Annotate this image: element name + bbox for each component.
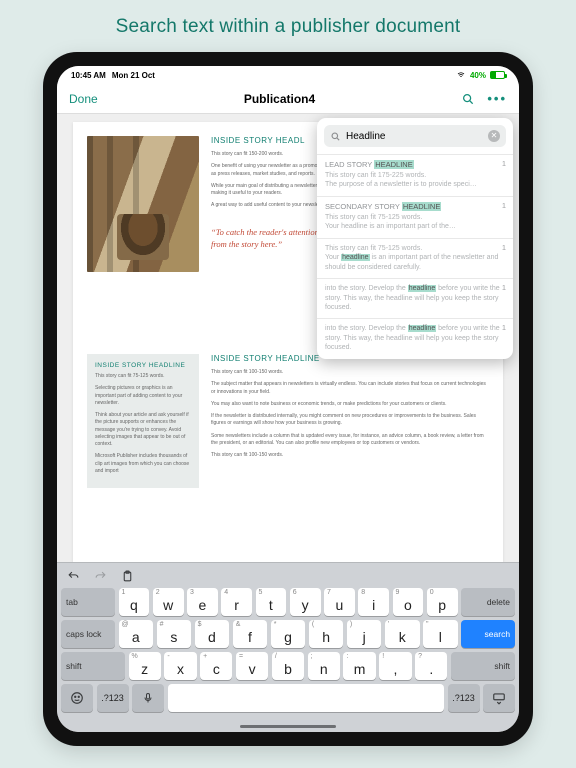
- wifi-icon: [456, 71, 466, 79]
- doc-text: Some newsletters include a column that i…: [211, 433, 487, 448]
- key-r[interactable]: 4r: [221, 588, 252, 616]
- search-results: LEAD STORY HEADLINEThis story can fit 17…: [317, 154, 513, 359]
- key-.[interactable]: ?.: [415, 652, 447, 680]
- key-j[interactable]: )j: [347, 620, 382, 648]
- key-w[interactable]: 2w: [153, 588, 184, 616]
- emoji-icon: [70, 691, 84, 705]
- doc-text: Selecting pictures or graphics is an imp…: [95, 385, 191, 407]
- clipboard-icon[interactable]: [121, 570, 134, 583]
- key-tab[interactable]: tab: [61, 588, 115, 616]
- search-field[interactable]: ✕: [324, 125, 506, 147]
- key-h[interactable]: (h: [309, 620, 344, 648]
- key-[interactable]: [168, 684, 445, 712]
- result-page: 1: [502, 283, 506, 292]
- search-result[interactable]: LEAD STORY HEADLINEThis story can fit 17…: [317, 154, 513, 196]
- doc-text: This story can fit 100-150 words.: [211, 452, 487, 459]
- key-g[interactable]: *g: [271, 620, 306, 648]
- status-date: Mon 21 Oct: [112, 71, 155, 80]
- key-i[interactable]: 8i: [358, 588, 389, 616]
- keyboard-toolbar: [61, 566, 515, 586]
- sidebar-story: INSIDE STORY HEADLINE This story can fit…: [87, 354, 199, 488]
- redo-icon[interactable]: [94, 570, 107, 583]
- key-f[interactable]: &f: [233, 620, 268, 648]
- key-n[interactable]: ;n: [308, 652, 340, 680]
- key-c[interactable]: +c: [200, 652, 232, 680]
- mic-icon: [142, 692, 154, 704]
- key-x[interactable]: -x: [164, 652, 196, 680]
- search-icon: [330, 131, 341, 142]
- result-page: 1: [502, 201, 506, 210]
- search-popover: ✕ LEAD STORY HEADLINEThis story can fit …: [317, 118, 513, 359]
- document-image: [87, 136, 199, 272]
- key-u[interactable]: 7u: [324, 588, 355, 616]
- doc-heading: INSIDE STORY HEADLINE: [95, 362, 191, 369]
- search-result[interactable]: SECONDARY STORY HEADLINEThis story can f…: [317, 196, 513, 238]
- key-e[interactable]: 3e: [187, 588, 218, 616]
- search-result[interactable]: into the story. Develop the headline bef…: [317, 278, 513, 318]
- keyboard: tab1q2w3e4r5t6y7u8i9o0pdelete caps lock@a…: [57, 562, 519, 732]
- key-caps lock[interactable]: caps lock: [61, 620, 115, 648]
- key-k[interactable]: 'k: [385, 620, 420, 648]
- key-d[interactable]: $d: [195, 620, 230, 648]
- home-indicator[interactable]: [240, 725, 336, 728]
- search-icon[interactable]: [461, 92, 475, 106]
- promo-title: Search text within a publisher document: [116, 16, 461, 38]
- tablet-frame: 10:45 AM Mon 21 Oct 40% Done Publication…: [43, 52, 533, 746]
- search-input[interactable]: [346, 131, 478, 142]
- key-o[interactable]: 9o: [393, 588, 424, 616]
- key-.?123[interactable]: .?123: [448, 684, 480, 712]
- doc-text: If the newsletter is distributed interna…: [211, 413, 487, 428]
- key-p[interactable]: 0p: [427, 588, 458, 616]
- doc-text: You may also want to note business or ec…: [211, 401, 487, 408]
- document-canvas[interactable]: INSIDE STORY HEADL This story can fit 15…: [57, 114, 519, 562]
- key-q[interactable]: 1q: [119, 588, 150, 616]
- more-icon[interactable]: •••: [487, 92, 507, 105]
- key-.?123[interactable]: .?123: [97, 684, 129, 712]
- doc-text: Microsoft Publisher includes thousands o…: [95, 453, 191, 475]
- nav-bar: Done Publication4 •••: [57, 84, 519, 114]
- key-b[interactable]: /b: [272, 652, 304, 680]
- result-page: 1: [502, 159, 506, 168]
- doc-text: Think about your article and ask yoursel…: [95, 412, 191, 448]
- key-,[interactable]: !,: [379, 652, 411, 680]
- battery-percent: 40%: [470, 71, 486, 80]
- status-time: 10:45 AM: [71, 71, 106, 80]
- status-bar: 10:45 AM Mon 21 Oct 40%: [57, 66, 519, 84]
- hide-keyboard-key[interactable]: [483, 684, 515, 712]
- emoji-key[interactable]: [61, 684, 93, 712]
- key-a[interactable]: @a: [119, 620, 154, 648]
- key-l[interactable]: "l: [423, 620, 458, 648]
- document-title: Publication4: [244, 92, 315, 106]
- battery-icon: [490, 71, 505, 79]
- result-page: 1: [502, 323, 506, 332]
- clear-icon[interactable]: ✕: [488, 130, 500, 142]
- doc-text: This story can fit 100-150 words.: [211, 369, 487, 376]
- screen: 10:45 AM Mon 21 Oct 40% Done Publication…: [57, 66, 519, 732]
- key-v[interactable]: =v: [236, 652, 268, 680]
- result-page: 1: [502, 243, 506, 252]
- search-result[interactable]: into the story. Develop the headline bef…: [317, 318, 513, 358]
- key-t[interactable]: 5t: [256, 588, 287, 616]
- key-search[interactable]: search: [461, 620, 515, 648]
- key-shift[interactable]: shift: [451, 652, 515, 680]
- key-shift[interactable]: shift: [61, 652, 125, 680]
- dictation-key[interactable]: [132, 684, 164, 712]
- undo-icon[interactable]: [67, 570, 80, 583]
- key-delete[interactable]: delete: [461, 588, 515, 616]
- key-z[interactable]: %z: [129, 652, 161, 680]
- key-s[interactable]: #s: [157, 620, 192, 648]
- done-button[interactable]: Done: [69, 92, 98, 106]
- search-result[interactable]: This story can fit 75-125 words.Your hea…: [317, 238, 513, 278]
- doc-text: This story can fit 75-125 words.: [95, 373, 191, 380]
- key-y[interactable]: 6y: [290, 588, 321, 616]
- key-m[interactable]: :m: [343, 652, 375, 680]
- doc-text: The subject matter that appears in newsl…: [211, 381, 487, 396]
- hide-keyboard-icon: [492, 691, 506, 705]
